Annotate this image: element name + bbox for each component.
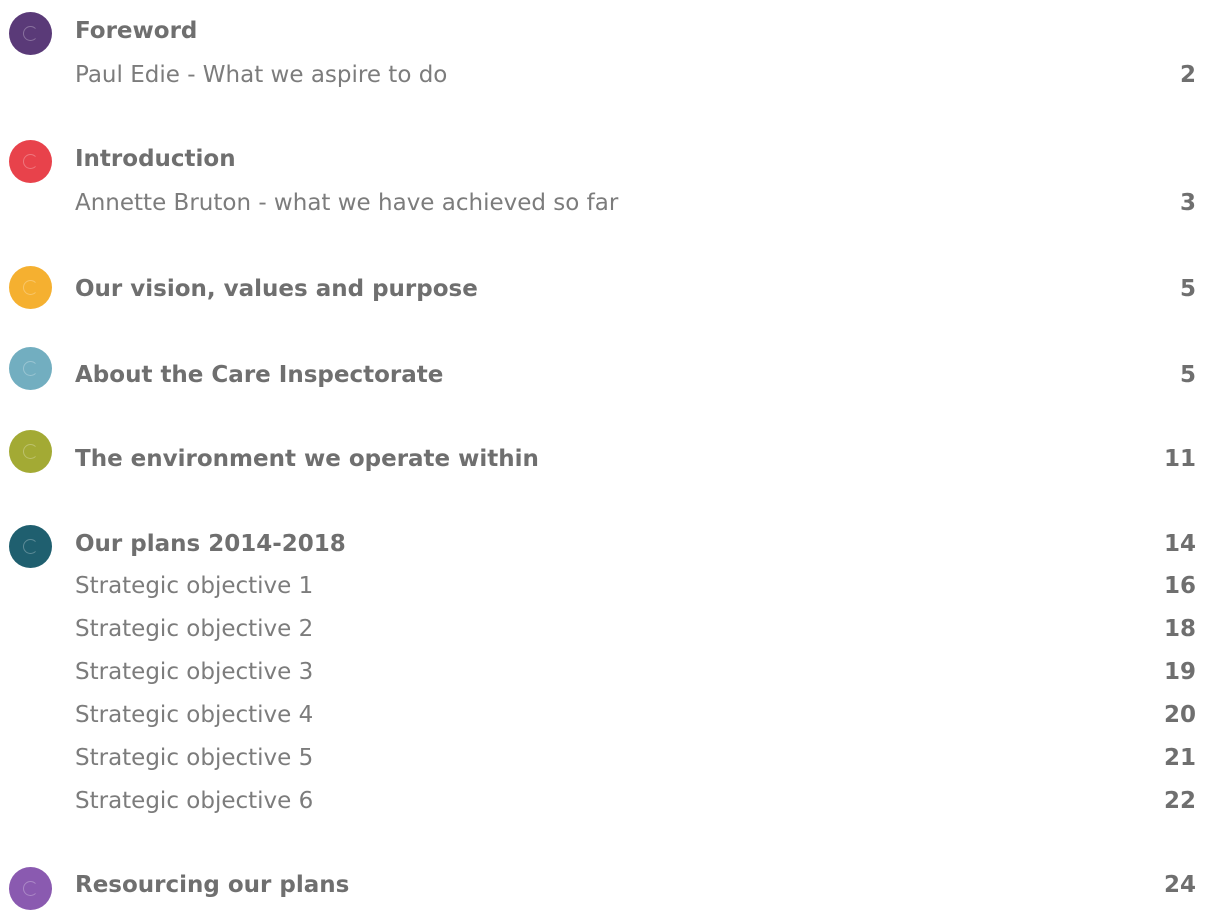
- strategic-objective-1-label[interactable]: Strategic objective 1: [75, 573, 313, 599]
- foreword-page-number: 2: [1179, 62, 1196, 88]
- introduction-subtitle: Annette Bruton - what we have achieved s…: [75, 190, 619, 216]
- about-page-number: 5: [1179, 362, 1196, 388]
- strategic-objective-4-label[interactable]: Strategic objective 4: [75, 702, 313, 728]
- strategic-objective-2-label[interactable]: Strategic objective 2: [75, 616, 313, 642]
- environment-bullet-icon: [9, 430, 52, 473]
- strategic-objective-5-label[interactable]: Strategic objective 5: [75, 745, 313, 771]
- foreword-bullet-icon: [9, 12, 52, 55]
- strategic-objective-4-page: 20: [1163, 702, 1196, 728]
- resourcing-bullet-icon: [9, 867, 52, 910]
- strategic-objective-6-label[interactable]: Strategic objective 6: [75, 788, 313, 814]
- vision-title: Our vision, values and purpose: [75, 276, 478, 302]
- strategic-objective-3-page: 19: [1163, 659, 1196, 685]
- strategic-objective-3-label[interactable]: Strategic objective 3: [75, 659, 313, 685]
- strategic-objective-1-page: 16: [1163, 573, 1196, 599]
- plans-title: Our plans 2014-2018: [75, 531, 346, 557]
- environment-page-number: 11: [1163, 446, 1196, 472]
- foreword-subtitle: Paul Edie - What we aspire to do: [75, 62, 448, 88]
- vision-page-number: 5: [1179, 276, 1196, 302]
- resourcing-title: Resourcing our plans: [75, 872, 350, 898]
- introduction-bullet-icon: [9, 140, 52, 183]
- strategic-objective-6-page: 22: [1163, 788, 1196, 814]
- introduction-page-number: 3: [1179, 190, 1196, 216]
- contents-page: { "sections": [ {"id":"foreword","title"…: [0, 0, 1210, 910]
- foreword-title: Foreword: [75, 18, 198, 44]
- introduction-title: Introduction: [75, 146, 236, 172]
- strategic-objective-5-page: 21: [1163, 745, 1196, 771]
- about-title: About the Care Inspectorate: [75, 362, 444, 388]
- plans-page-number: 14: [1163, 531, 1196, 557]
- resourcing-page-number: 24: [1163, 872, 1196, 898]
- environment-title: The environment we operate within: [75, 446, 539, 472]
- plans-bullet-icon: [9, 525, 52, 568]
- vision-bullet-icon: [9, 266, 52, 309]
- strategic-objective-2-page: 18: [1163, 616, 1196, 642]
- about-bullet-icon: [9, 347, 52, 390]
